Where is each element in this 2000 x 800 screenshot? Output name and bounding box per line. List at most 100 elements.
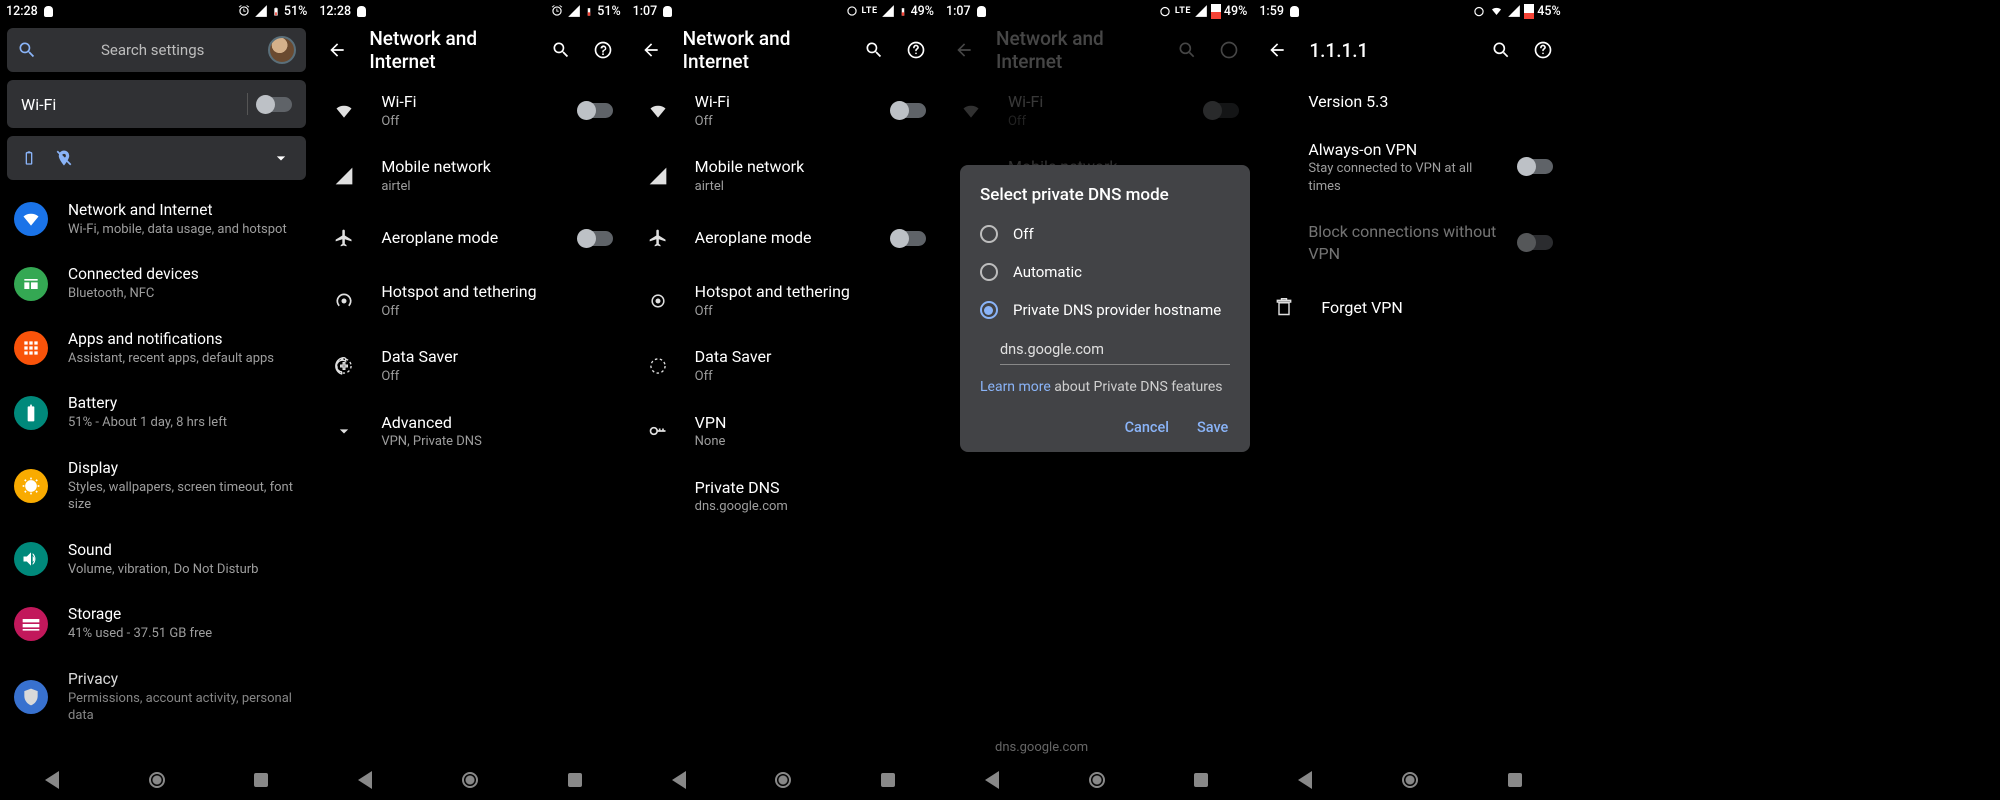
status-bar: 12:28 51% [0,0,313,22]
nav-back-icon[interactable] [1298,771,1312,789]
battery-percent: 45% [1537,4,1560,19]
nav-back-icon[interactable] [985,771,999,789]
clock: 12:28 [319,4,351,19]
search-settings-box[interactable]: Search settings [7,28,306,72]
datasaver-row[interactable]: Data SaverOff [313,333,626,398]
wifi-icon [327,94,361,128]
datasaver-row[interactable]: Data SaverOff [627,333,940,398]
datasaver-icon [327,349,361,383]
trash-icon [1267,290,1301,324]
search-icon[interactable] [864,40,884,60]
nav-back-icon[interactable] [45,771,59,789]
private-dns-row[interactable]: Private DNSdns.google.com [627,464,940,529]
nav-home-icon[interactable] [775,772,791,788]
help-icon[interactable] [906,40,926,60]
hotspot-icon [327,284,361,318]
wifi-quick-toggle-row[interactable]: Wi-Fi [7,80,306,128]
clock: 12:28 [6,4,38,19]
learn-more-link[interactable]: Learn more [980,379,1051,395]
nav-bar [313,760,626,800]
wifi-status-icon [1489,5,1504,17]
settings-item-storage[interactable]: Storage41% used - 37.51 GB free [0,591,313,655]
settings-item-battery[interactable]: Battery51% - About 1 day, 8 hrs left [0,380,313,444]
nav-back-icon[interactable] [358,771,372,789]
nav-recent-icon[interactable] [254,773,268,787]
radio-selected-icon [980,301,998,319]
battery-outline-icon [21,148,37,168]
always-on-toggle[interactable] [1519,159,1553,174]
settings-item-network[interactable]: Network and InternetWi-Fi, mobile, data … [0,187,313,251]
private-dns-dialog: Select private DNS mode Off Automatic Pr… [960,165,1250,452]
clock: 1:59 [1259,4,1284,19]
back-arrow-icon[interactable] [641,40,661,60]
mobile-network-row[interactable]: Mobile networkairtel [627,143,940,208]
advanced-row[interactable]: AdvancedVPN, Private DNS [313,399,626,464]
status-bar: 1:07 LTE 49% [940,0,1253,22]
signal-icon [567,4,581,18]
airplane-icon [327,221,361,255]
battery-icon [898,4,908,19]
dns-hostname-input[interactable]: dns.google.com [1000,335,1230,365]
nav-recent-icon[interactable] [1194,773,1208,787]
always-on-vpn-row[interactable]: Always-on VPNStay connected to VPN at al… [1253,126,1566,209]
search-icon[interactable] [551,40,571,60]
chevron-down-icon[interactable] [270,148,292,168]
nav-home-icon[interactable] [462,772,478,788]
nav-home-icon[interactable] [149,772,165,788]
aeroplane-row[interactable]: Aeroplane mode [313,208,626,268]
save-button[interactable]: Save [1197,419,1228,436]
nav-bar [0,760,313,800]
dns-option-off[interactable]: Off [960,215,1250,253]
nav-recent-icon[interactable] [881,773,895,787]
cancel-button[interactable]: Cancel [1125,419,1169,436]
wifi-quick-toggle[interactable] [258,97,292,112]
back-arrow-icon[interactable] [327,40,347,60]
nav-recent-icon[interactable] [568,773,582,787]
status-icons: LTE 49% [845,4,934,19]
profile-avatar[interactable] [268,36,296,64]
battery-percent: 49% [1224,4,1247,19]
settings-item-display[interactable]: DisplayStyles, wallpapers, screen timeou… [0,445,313,527]
status-icons: 45% [1472,4,1560,19]
hotspot-row[interactable]: Hotspot and tetheringOff [627,268,940,333]
back-arrow-icon[interactable] [1267,40,1287,60]
help-icon[interactable] [593,40,613,60]
clock: 1:07 [946,4,971,19]
nav-home-icon[interactable] [1402,772,1418,788]
suggestion-bar[interactable] [7,136,306,180]
touch-indicator-icon [663,6,672,17]
dns-option-auto[interactable]: Automatic [960,253,1250,291]
nav-bar [627,760,940,800]
wifi-row[interactable]: Wi-FiOff [627,78,940,143]
battery-icon [14,396,48,430]
nav-bar [940,760,1253,800]
wifi-toggle[interactable] [892,103,926,118]
block-connections-row: Block connections without VPN [1253,208,1566,277]
search-icon[interactable] [1491,40,1511,60]
settings-item-sound[interactable]: SoundVolume, vibration, Do Not Disturb [0,527,313,591]
dns-option-hostname[interactable]: Private DNS provider hostname [960,291,1250,329]
aeroplane-toggle[interactable] [892,231,926,246]
wifi-toggle[interactable] [579,103,613,118]
devices-icon [14,267,48,301]
settings-item-privacy[interactable]: PrivacyPermissions, account activity, pe… [0,656,313,738]
battery-icon [1524,4,1534,19]
privacy-icon [14,680,48,714]
mobile-network-row[interactable]: Mobile networkairtel [313,143,626,208]
signal-icon [641,159,675,193]
settings-item-apps[interactable]: Apps and notificationsAssistant, recent … [0,316,313,380]
sound-icon [14,542,48,576]
hotspot-row[interactable]: Hotspot and tetheringOff [313,268,626,333]
signal-icon [881,4,895,18]
battery-percent: 51% [597,4,620,19]
nav-back-icon[interactable] [672,771,686,789]
nav-recent-icon[interactable] [1508,773,1522,787]
forget-vpn-row[interactable]: Forget VPN [1253,277,1566,337]
vpn-row[interactable]: VPNNone [627,399,940,464]
aeroplane-row[interactable]: Aeroplane mode [627,208,940,268]
settings-item-connected[interactable]: Connected devicesBluetooth, NFC [0,251,313,315]
aeroplane-toggle[interactable] [579,231,613,246]
nav-home-icon[interactable] [1089,772,1105,788]
help-icon[interactable] [1533,40,1553,60]
wifi-row[interactable]: Wi-FiOff [313,78,626,143]
